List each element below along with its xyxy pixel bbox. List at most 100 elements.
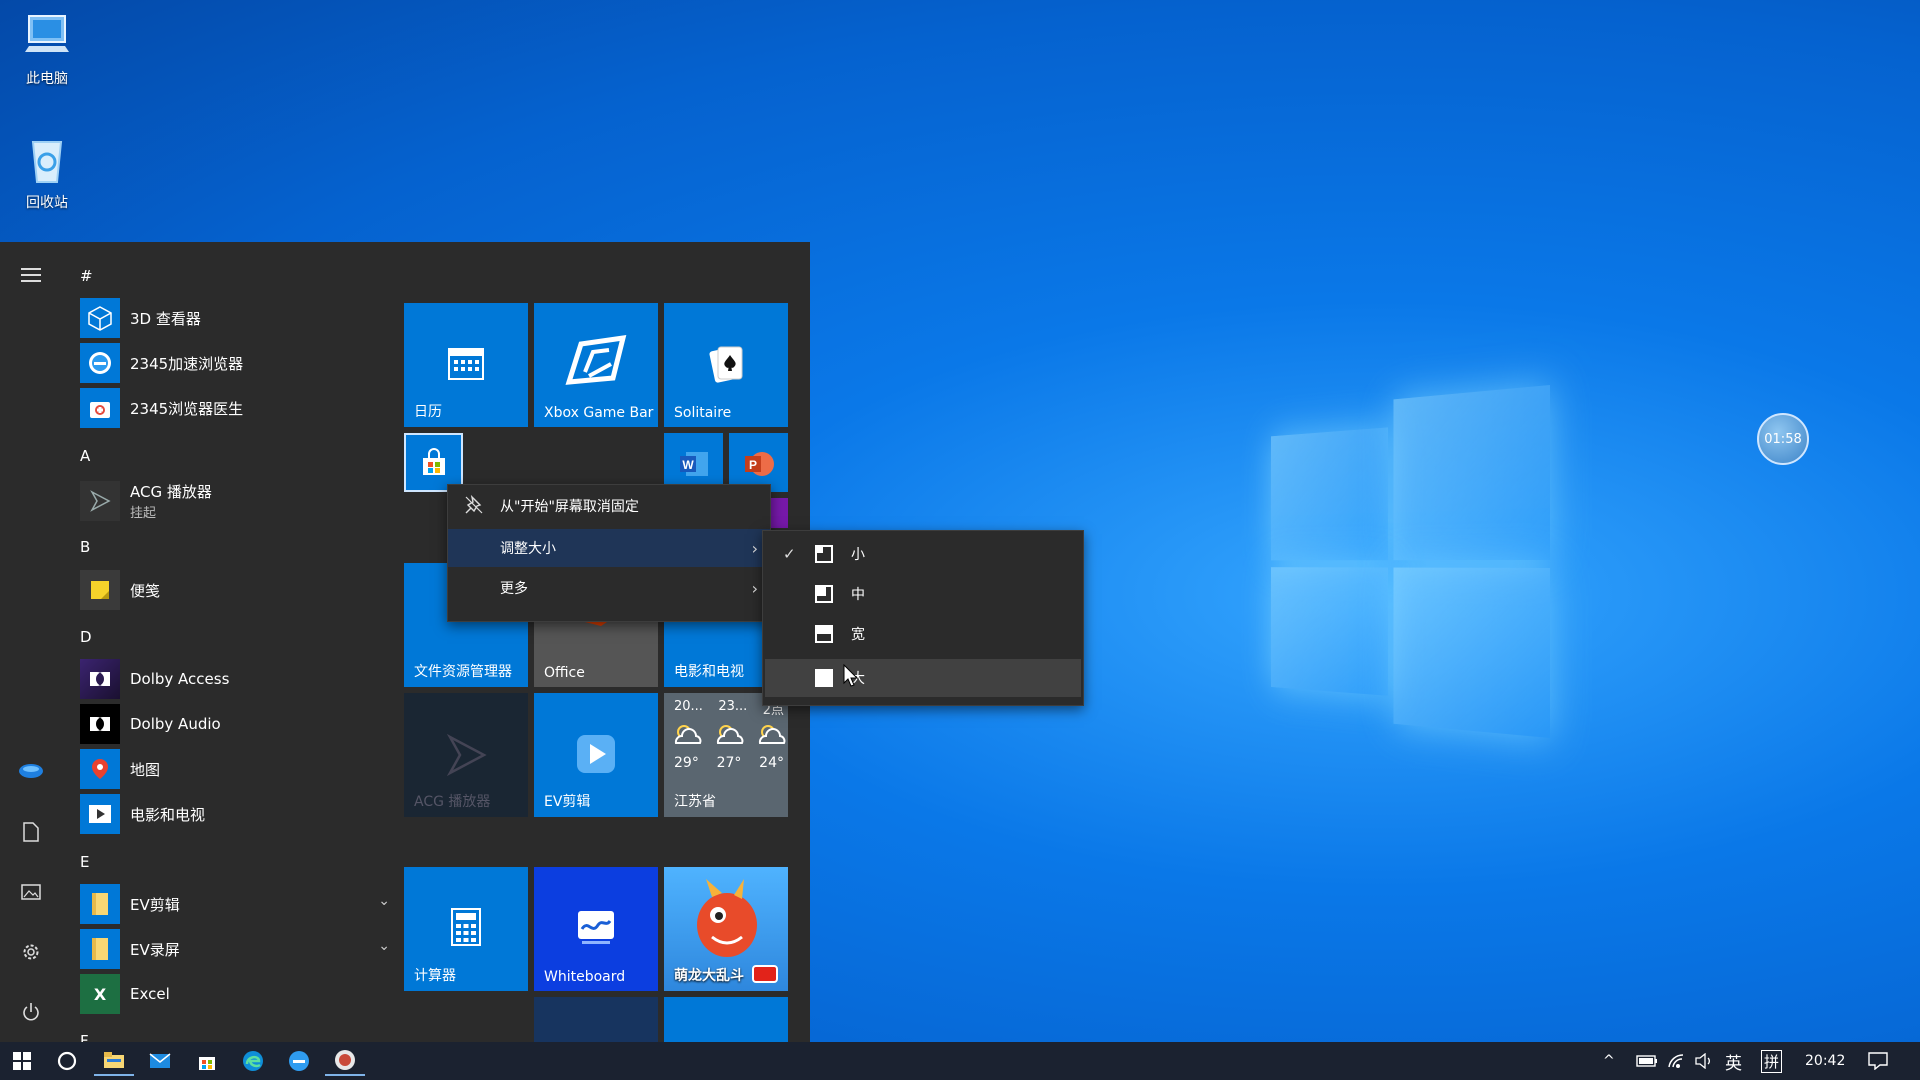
- app-item-ev-clip[interactable]: EV剪辑 ⌄: [80, 883, 390, 925]
- app-item-excel[interactable]: X Excel: [80, 973, 390, 1015]
- weather-time: 23...: [718, 699, 748, 714]
- letter-header[interactable]: B: [80, 538, 90, 556]
- weather-temp: 24°: [759, 755, 784, 771]
- app-item-sticky-notes[interactable]: 便笺: [80, 569, 390, 611]
- settings-icon[interactable]: [18, 939, 44, 965]
- tile-xbox-game-bar[interactable]: Xbox Game Bar: [534, 303, 658, 427]
- size-small-icon: [815, 545, 833, 563]
- letter-header[interactable]: D: [80, 628, 92, 646]
- document-icon[interactable]: [18, 819, 44, 845]
- menu-item-more[interactable]: 更多 ›: [448, 569, 770, 607]
- desktop-icon-this-pc[interactable]: 此电脑: [7, 8, 87, 88]
- pictures-icon[interactable]: [18, 879, 44, 905]
- timer-text: 01:58: [1764, 431, 1802, 447]
- power-icon[interactable]: [18, 999, 44, 1025]
- clock[interactable]: 20:42: [1805, 1042, 1845, 1080]
- app-label: 3D 查看器: [130, 309, 201, 328]
- volume-icon[interactable]: [1694, 1042, 1714, 1080]
- start-menu: # 3D 查看器 2345加速浏览器 2345浏览器医生 A ACG 播放器 挂…: [0, 242, 810, 1042]
- menu-item-unpin[interactable]: 从"开始"屏幕取消固定: [448, 487, 770, 525]
- app-label: ACG 播放器: [130, 483, 212, 501]
- sticky-notes-icon: [80, 570, 120, 610]
- tile-game[interactable]: 萌龙大乱斗: [664, 867, 788, 991]
- resize-option-large[interactable]: 大: [765, 659, 1081, 697]
- resize-option-medium[interactable]: 中: [765, 575, 1081, 613]
- wifi-icon[interactable]: [1667, 1042, 1685, 1080]
- app-item-acg-player[interactable]: ACG 播放器 挂起: [80, 477, 390, 525]
- app-item-ev-record[interactable]: EV录屏 ⌄: [80, 928, 390, 970]
- letter-header[interactable]: F: [80, 1032, 89, 1042]
- tile-acg-player[interactable]: ACG 播放器: [404, 693, 528, 817]
- desktop-icon-recycle-bin[interactable]: 回收站: [7, 132, 87, 212]
- tile-calculator[interactable]: 计算器: [404, 867, 528, 991]
- resize-option-wide[interactable]: 宽: [765, 615, 1081, 653]
- windows-wallpaper-logo: [1270, 385, 1550, 740]
- chevron-down-icon[interactable]: ⌄: [378, 938, 390, 954]
- resize-option-label: 中: [851, 587, 865, 603]
- browser-icon: [80, 343, 120, 383]
- tile-label: Office: [544, 665, 585, 681]
- tile-partial[interactable]: [664, 997, 788, 1042]
- acg-player-icon: [404, 733, 528, 786]
- app-item-2345-doctor[interactable]: 2345浏览器医生: [80, 387, 390, 429]
- app-item-movies-tv[interactable]: 电影和电视: [80, 793, 390, 835]
- resize-option-small[interactable]: ✓ 小: [765, 535, 1081, 573]
- menu-item-resize[interactable]: 调整大小 ›: [448, 529, 770, 567]
- app-item-3d-viewer[interactable]: 3D 查看器: [80, 297, 390, 339]
- edge-icon[interactable]: [233, 1046, 273, 1076]
- tile-label: 计算器: [414, 968, 456, 984]
- hamburger-icon[interactable]: [18, 262, 44, 288]
- letter-header[interactable]: E: [80, 853, 89, 871]
- app-item-2345-browser[interactable]: 2345加速浏览器: [80, 342, 390, 384]
- checkmark-icon: ✓: [783, 545, 796, 563]
- store-icon[interactable]: [187, 1046, 227, 1076]
- letter-header[interactable]: #: [80, 267, 93, 285]
- tile-ev-clip[interactable]: EV剪辑: [534, 693, 658, 817]
- partly-cloudy-icon: [716, 725, 744, 744]
- tile-whiteboard[interactable]: Whiteboard: [534, 867, 658, 991]
- app-label: Dolby Access: [130, 670, 230, 688]
- mail-icon[interactable]: [140, 1046, 180, 1076]
- windows-start-icon[interactable]: [2, 1046, 42, 1076]
- user-avatar-icon[interactable]: [18, 758, 44, 784]
- action-center-icon[interactable]: [1868, 1042, 1888, 1080]
- battery-icon[interactable]: [1636, 1042, 1658, 1080]
- ime-language[interactable]: 英: [1725, 1042, 1742, 1080]
- partly-cloudy-icon: [758, 725, 786, 744]
- size-medium-icon: [815, 585, 833, 603]
- letter-header[interactable]: A: [80, 447, 90, 465]
- ime-mode[interactable]: 拼: [1761, 1042, 1783, 1080]
- chevron-down-icon[interactable]: ⌄: [378, 893, 390, 909]
- app-label: 便笺: [130, 581, 161, 600]
- tile-context-menu: 从"开始"屏幕取消固定 调整大小 › 更多 ›: [447, 484, 771, 622]
- app-label: 2345浏览器医生: [130, 399, 244, 418]
- weather-temps: 29° 27° 24°: [674, 755, 784, 771]
- tile-weather[interactable]: 20... 23... 2点 29° 27° 24° 江苏省: [664, 693, 788, 817]
- tray-show-hidden-icon[interactable]: ^: [1603, 1042, 1615, 1080]
- tile-partial[interactable]: [534, 997, 658, 1042]
- solitaire-icon: [664, 343, 788, 396]
- calculator-icon: [404, 907, 528, 956]
- tile-label: Xbox Game Bar: [544, 405, 654, 421]
- ime-mode-text: 拼: [1761, 1049, 1783, 1073]
- tile-area: 日历 Xbox Game Bar Solitaire W P 文件资源管理器 O…: [404, 242, 810, 1042]
- menu-item-label: 从"开始"屏幕取消固定: [500, 499, 639, 515]
- desktop-icon-label: 此电脑: [26, 71, 68, 87]
- floating-timer[interactable]: 01:58: [1757, 413, 1809, 465]
- maps-icon: [80, 749, 120, 789]
- app-status: 挂起: [130, 506, 157, 521]
- tile-solitaire[interactable]: Solitaire: [664, 303, 788, 427]
- app-label: 地图: [130, 760, 161, 779]
- file-explorer-icon[interactable]: [94, 1046, 134, 1076]
- app-item-dolby-access[interactable]: Dolby Access: [80, 658, 390, 700]
- app-item-maps[interactable]: 地图: [80, 748, 390, 790]
- cortana-search-icon[interactable]: [47, 1046, 87, 1076]
- app-item-dolby-audio[interactable]: Dolby Audio: [80, 703, 390, 745]
- browser-2345-icon[interactable]: [279, 1046, 319, 1076]
- folder-icon: [80, 884, 120, 924]
- resize-submenu: ✓ 小 中 宽 大: [762, 530, 1084, 706]
- app-icon[interactable]: [325, 1046, 365, 1076]
- tile-label: 日历: [414, 404, 442, 420]
- tile-calendar[interactable]: 日历: [404, 303, 528, 427]
- mouse-cursor-icon: [843, 663, 859, 692]
